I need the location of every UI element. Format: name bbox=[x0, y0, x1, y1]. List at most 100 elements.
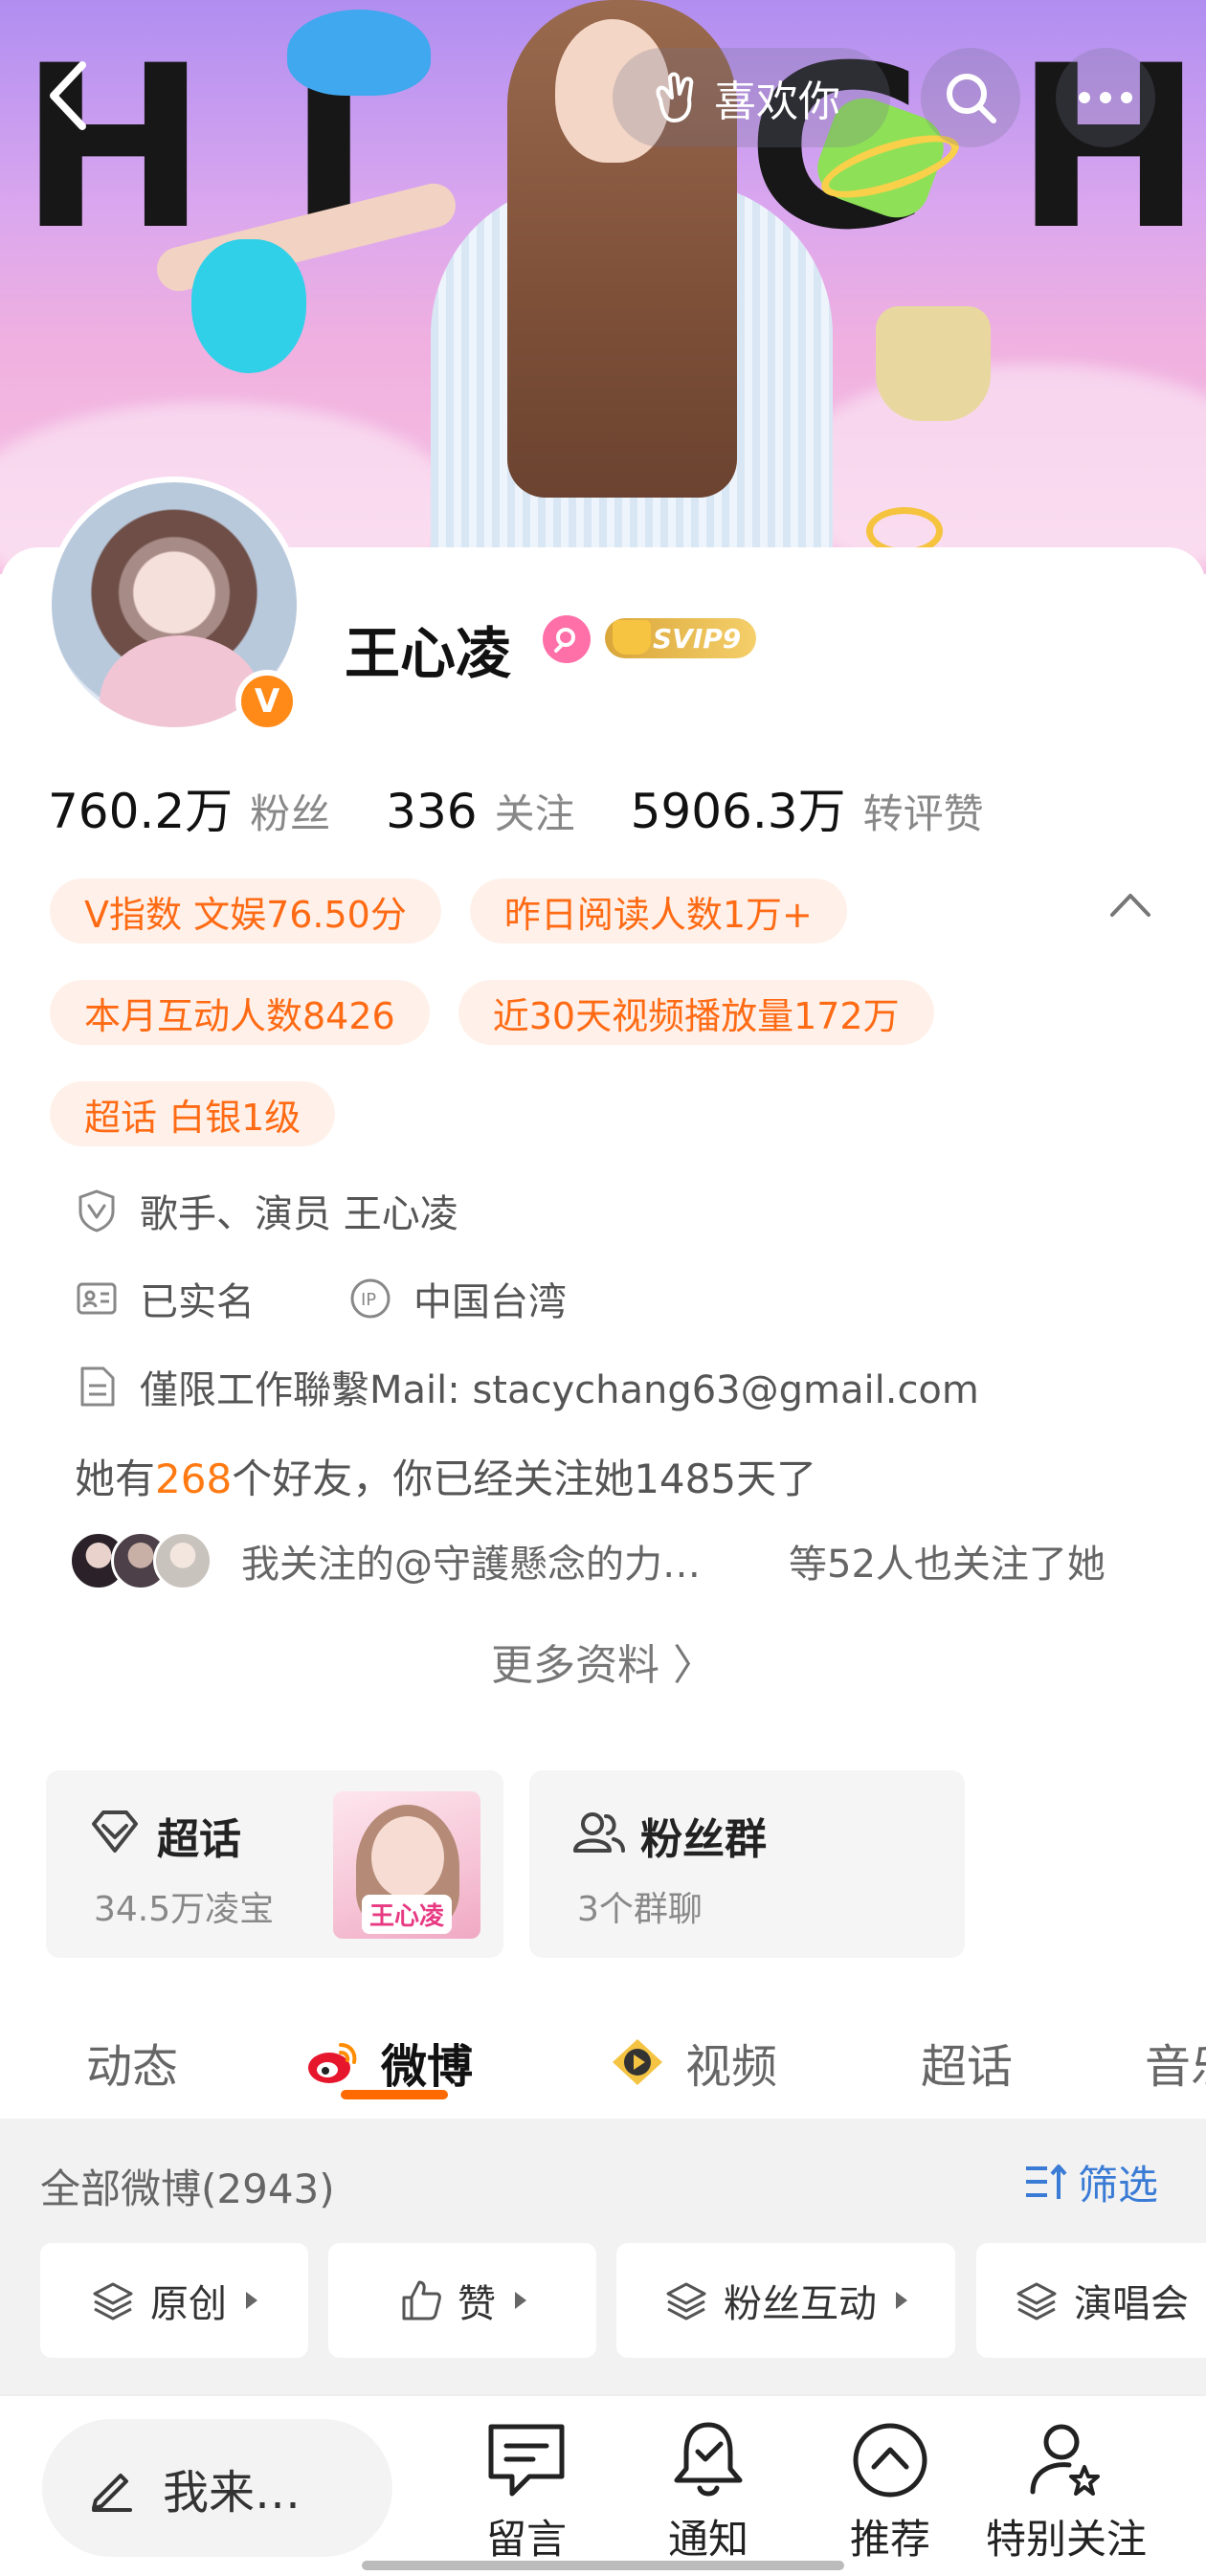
supertopic-thumbnail: 王心凌 bbox=[333, 1791, 480, 1939]
video-play-icon bbox=[613, 2039, 662, 2085]
chevron-up-circle-icon bbox=[853, 2423, 927, 2498]
friends-suffix: 个好友，你已经关注她1485天了 bbox=[232, 1455, 817, 1502]
friends-count[interactable]: 268 bbox=[155, 1455, 232, 1502]
caret-right-icon bbox=[246, 2292, 257, 2309]
back-button[interactable] bbox=[38, 57, 96, 134]
stat-following[interactable]: 336 关注 bbox=[386, 782, 574, 840]
filter-button[interactable]: 筛选 bbox=[1022, 2153, 1158, 2211]
layers-icon bbox=[1016, 2282, 1057, 2321]
bio-text: 僅限工作聯繫Mail: stacychang63@gmail.com bbox=[140, 1368, 979, 1412]
tag-supertopic-level[interactable]: 超话 白银1级 bbox=[50, 1081, 336, 1146]
recommend-button[interactable]: 推荐 bbox=[847, 2417, 933, 2565]
tag-daily-readers[interactable]: 昨日阅读人数1万+ bbox=[469, 878, 847, 944]
verified-badge: V bbox=[235, 670, 299, 733]
caret-right-icon bbox=[515, 2292, 526, 2309]
tag-monthly-interactions[interactable]: 本月互动人数8426 bbox=[50, 980, 430, 1045]
more-dots-icon bbox=[1079, 92, 1132, 103]
mutual-follows-count: 等52人也关注了她 bbox=[789, 1543, 1106, 1587]
filter-sort-icon bbox=[1026, 2164, 1067, 2199]
crown-icon bbox=[613, 620, 651, 655]
id-card-icon bbox=[77, 1282, 117, 1315]
more-info-link[interactable]: 更多资料 〉 bbox=[0, 1631, 1206, 1692]
chat-bubble-icon bbox=[488, 2424, 565, 2497]
feed-filter-area: 全部微博(2943) 筛选 原创 赞 粉丝互动 演唱会 bbox=[0, 2119, 1206, 2394]
layers-icon bbox=[666, 2282, 706, 2321]
pill-label: 原创 bbox=[150, 2282, 227, 2326]
tag-video-views[interactable]: 近30天视频播放量172万 bbox=[458, 980, 934, 1045]
stat-value: 760.2万 bbox=[48, 784, 234, 839]
fan-group-card[interactable]: 粉丝群 3个群聊 bbox=[529, 1770, 965, 1958]
comment-placeholder: 我来… bbox=[163, 2466, 302, 2520]
group-icon bbox=[573, 1812, 625, 1853]
supertopic-thumb-label: 王心凌 bbox=[362, 1895, 453, 1934]
like-you-button[interactable]: 喜欢你 bbox=[613, 48, 890, 147]
bottom-action-bar: 我来… 留言 通知 推荐 特别关注 bbox=[0, 2394, 1206, 2576]
stat-value: 5906.3万 bbox=[630, 784, 846, 839]
active-tab-indicator bbox=[341, 2090, 448, 2099]
tag-v-index[interactable]: V指数 文娱76.50分 bbox=[50, 878, 441, 944]
mutual-follows[interactable]: 我关注的@守護懸念的力… 等52人也关注了她 bbox=[69, 1531, 1106, 1590]
pill-label: 粉丝互动 bbox=[724, 2282, 877, 2326]
tab-video[interactable]: 视频 bbox=[609, 2010, 777, 2115]
filter-pill-fan-interaction[interactable]: 粉丝互动 bbox=[616, 2243, 955, 2358]
more-options-button[interactable] bbox=[1056, 48, 1155, 147]
tab-weibo-label: 微博 bbox=[381, 2040, 474, 2094]
stat-label: 转评赞 bbox=[862, 790, 984, 837]
weibo-count: 全部微博(2943) bbox=[40, 2165, 335, 2212]
message-button[interactable]: 留言 bbox=[483, 2417, 570, 2565]
stat-followers[interactable]: 760.2万 粉丝 bbox=[48, 773, 330, 842]
bell-check-icon bbox=[674, 2422, 743, 2497]
search-icon bbox=[947, 74, 996, 123]
filter-label: 筛选 bbox=[1078, 2162, 1159, 2209]
banner-toy-blue bbox=[287, 10, 431, 96]
filter-pill-concert[interactable]: 演唱会 bbox=[976, 2243, 1206, 2358]
document-icon bbox=[80, 1366, 115, 1407]
svg-text:IP: IP bbox=[361, 1290, 376, 1310]
chevron-left-icon bbox=[50, 61, 86, 130]
layers-icon bbox=[93, 2282, 133, 2321]
filter-pill-original[interactable]: 原创 bbox=[40, 2243, 308, 2358]
stat-label: 关注 bbox=[494, 790, 575, 837]
shield-v-icon bbox=[78, 1189, 115, 1232]
supertopic-title: 超话 bbox=[157, 1815, 241, 1864]
stat-interactions[interactable]: 5906.3万 转评赞 bbox=[631, 773, 984, 842]
fan-group-sub: 3个群聊 bbox=[577, 1890, 703, 1929]
tab-supertopic[interactable]: 超话 bbox=[921, 2010, 1013, 2115]
weibo-logo-icon bbox=[308, 2043, 357, 2083]
svip-label: SVIP9 bbox=[653, 622, 742, 655]
bottom-item-label: 留言 bbox=[485, 2516, 567, 2563]
profile-tags: V指数 文娱76.50分 昨日阅读人数1万+ 本月互动人数8426 近30天视频… bbox=[50, 878, 1141, 1183]
pill-label: 演唱会 bbox=[1074, 2282, 1189, 2326]
tab-music[interactable]: 音乐 bbox=[1145, 2010, 1206, 2115]
caret-right-icon bbox=[896, 2292, 907, 2309]
search-button[interactable] bbox=[921, 48, 1020, 147]
mutual-avatar bbox=[153, 1531, 212, 1590]
home-indicator bbox=[362, 2561, 844, 2570]
filter-pill-likes[interactable]: 赞 bbox=[328, 2243, 596, 2358]
comment-input[interactable]: 我来… bbox=[42, 2419, 392, 2557]
profile-name: 王心凌 bbox=[345, 621, 512, 686]
special-follow-button[interactable]: 特别关注 bbox=[986, 2417, 1147, 2565]
friends-prefix: 她有 bbox=[75, 1455, 156, 1502]
like-you-label: 喜欢你 bbox=[714, 78, 840, 126]
stat-label: 粉丝 bbox=[250, 790, 331, 837]
fan-group-title: 粉丝群 bbox=[640, 1815, 767, 1864]
diamond-icon bbox=[92, 1810, 138, 1853]
real-name-text: 已实名 bbox=[140, 1280, 255, 1324]
fan-badge-icon[interactable] bbox=[543, 615, 591, 663]
notify-button[interactable]: 通知 bbox=[665, 2417, 751, 2565]
bottom-item-label: 推荐 bbox=[849, 2516, 930, 2563]
verification-line: 歌手、演员 王心凌 bbox=[75, 1183, 458, 1238]
ip-location-line: IP 中国台湾 bbox=[348, 1271, 567, 1326]
collapse-tags-button[interactable] bbox=[1108, 890, 1156, 928]
bottom-item-label: 特别关注 bbox=[986, 2516, 1148, 2563]
svip-badge[interactable]: SVIP9 bbox=[605, 618, 757, 658]
bottom-item-label: 通知 bbox=[667, 2516, 748, 2563]
tab-updates[interactable]: 动态 bbox=[86, 2010, 178, 2115]
tab-video-label: 视频 bbox=[685, 2040, 778, 2094]
supertopic-card[interactable]: 超话 34.5万凌宝 王心凌 bbox=[46, 1770, 503, 1958]
thumbs-up-icon bbox=[402, 2280, 441, 2321]
bio-line: 僅限工作聯繫Mail: stacychang63@gmail.com bbox=[75, 1359, 979, 1414]
real-name-line: 已实名 bbox=[75, 1271, 255, 1326]
chevron-up-icon bbox=[1110, 894, 1150, 917]
